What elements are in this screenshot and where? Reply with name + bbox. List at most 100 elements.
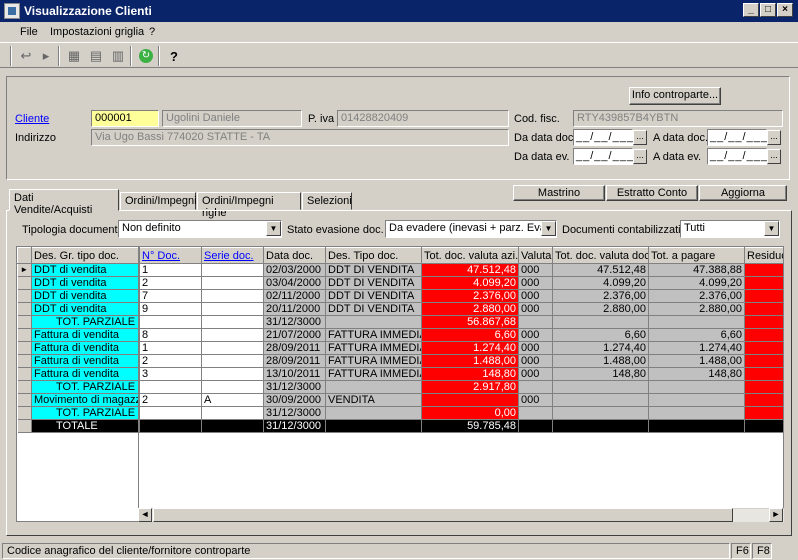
cell: TOTALE <box>31 419 140 433</box>
refresh-icon[interactable]: ↻ <box>136 46 156 66</box>
table-row[interactable]: ► DDT di vendita 1 02/03/2000 DDT DI VENDITA… <box>17 263 783 277</box>
cell <box>201 380 264 394</box>
estratto-conto-button[interactable]: Estratto Conto <box>606 185 698 201</box>
subtotal-row[interactable]: TOT. PARZIALE 31/12/3000 56.867,68 <box>17 315 783 329</box>
scroll-right-icon[interactable]: ► <box>769 508 783 522</box>
codfisc-field: RTY439857B4YBTN <box>573 110 783 127</box>
cliente-link[interactable]: Cliente <box>15 113 49 125</box>
da-data-ev-input[interactable]: __/__/____ <box>573 148 640 165</box>
minimize-button[interactable]: _ <box>743 3 759 17</box>
cell: 000 <box>518 367 553 381</box>
cell: 6,60 <box>552 328 649 342</box>
chevron-down-icon[interactable]: ▼ <box>266 221 281 236</box>
cliente-code-field[interactable]: 000001 <box>91 110 159 127</box>
cell: 000 <box>518 328 553 342</box>
undo-icon[interactable]: ↩ <box>16 46 36 66</box>
maximize-button[interactable]: □ <box>760 3 776 17</box>
subtotal-row[interactable]: TOT. PARZIALE 31/12/3000 0,00 <box>17 406 783 420</box>
cell <box>201 315 264 329</box>
tab-dati-vendite[interactable]: Dati Vendite/Acquisti <box>9 189 119 216</box>
cell: 47.512,48 <box>552 263 649 277</box>
aggiorna-button[interactable]: Aggiorna <box>699 185 787 201</box>
da-data-doc-label: Da data doc. <box>514 132 577 144</box>
toolbar-separator <box>158 46 160 66</box>
cell: FATTURA IMMEDIA <box>325 341 422 355</box>
grid-delete-icon[interactable]: ▥ <box>108 46 128 66</box>
cell: Fattura di vendita <box>31 354 140 368</box>
grid-icon[interactable]: ▤ <box>86 46 106 66</box>
grid-filter-icon[interactable]: ▦ <box>64 46 84 66</box>
info-controparte-button[interactable]: Info controparte... <box>629 87 721 105</box>
stato-select[interactable]: Da evadere (inevasi + parz. Evasi ▼ <box>385 220 557 238</box>
cell: 31/12/3000 <box>263 380 326 394</box>
scroll-left-icon[interactable]: ◄ <box>138 508 152 522</box>
column-header[interactable]: Serie doc. <box>201 247 264 264</box>
cell <box>744 380 783 394</box>
table-row[interactable]: Fattura di vendita 1 28/09/2011 FATTURA IMM… <box>17 341 783 355</box>
row-indicator <box>17 276 32 290</box>
cell: DDT DI VENDITA <box>325 263 422 277</box>
da-data-ev-picker[interactable]: ... <box>633 149 647 164</box>
row-indicator <box>17 315 32 329</box>
cell <box>744 419 783 433</box>
tab-ordini-impegni[interactable]: Ordini/Impegni <box>120 192 197 210</box>
help-icon[interactable]: ? <box>164 46 184 66</box>
table-row[interactable]: Fattura di vendita 2 28/09/2011 FATTURA IMM… <box>17 354 783 368</box>
subtotal-row[interactable]: TOT. PARZIALE 31/12/3000 2.917,80 <box>17 380 783 394</box>
cell <box>421 393 519 407</box>
cell: 1.488,00 <box>648 354 745 368</box>
cell: 000 <box>518 263 553 277</box>
documents-grid[interactable]: Des. Gr. tipo doc. N° Doc. Serie doc. Data … <box>16 246 784 522</box>
scroll-thumb[interactable] <box>153 508 733 522</box>
row-indicator <box>17 328 32 342</box>
column-header[interactable]: N° Doc. <box>139 247 202 264</box>
cell: 6,60 <box>648 328 745 342</box>
cell: 000 <box>518 354 553 368</box>
tipologia-select[interactable]: Non definito ▼ <box>118 220 282 238</box>
menu-file[interactable]: File <box>20 26 38 38</box>
close-button[interactable]: × <box>777 3 793 17</box>
a-data-doc-input[interactable]: __/__/____ <box>707 129 774 146</box>
horizontal-scrollbar[interactable]: ◄ ► <box>16 508 784 522</box>
da-data-doc-picker[interactable]: ... <box>633 130 647 145</box>
table-row[interactable]: DDT di vendita 2 03/04/2000 DDT DI VENDITA 4… <box>17 276 783 290</box>
cell: DDT DI VENDITA <box>325 289 422 303</box>
arrow-right-icon[interactable]: ▸ <box>36 46 56 66</box>
a-data-ev-input[interactable]: __/__/____ <box>707 148 774 165</box>
cell <box>648 393 745 407</box>
row-indicator <box>17 302 32 316</box>
table-row[interactable]: DDT di vendita 9 20/11/2000 DDT DI VENDITA 2… <box>17 302 783 316</box>
status-text: Codice anagrafico del cliente/fornitore … <box>2 543 730 559</box>
table-row[interactable]: Movimento di magazzi 2 A 30/09/2000 VENDITA 0… <box>17 393 783 407</box>
column-header: Tot. doc. valuta doc <box>552 247 649 264</box>
table-row[interactable]: Fattura di vendita 3 13/10/2011 FATTURA IMM… <box>17 367 783 381</box>
menu-help[interactable]: ? <box>149 26 155 38</box>
cell: VENDITA <box>325 393 422 407</box>
cell: 1 <box>139 263 202 277</box>
chevron-down-icon[interactable]: ▼ <box>764 221 779 236</box>
cell: 1.488,00 <box>552 354 649 368</box>
cell: A <box>201 393 264 407</box>
tab-selezioni[interactable]: Selezioni <box>302 192 352 210</box>
cell: TOT. PARZIALE <box>31 315 140 329</box>
table-row[interactable]: Fattura di vendita 8 21/07/2000 FATTURA IMM… <box>17 328 783 342</box>
cell: 1 <box>139 341 202 355</box>
chevron-down-icon[interactable]: ▼ <box>541 221 556 236</box>
row-indicator-header <box>17 247 32 264</box>
total-row[interactable]: TOTALE 31/12/3000 59.785,48 <box>17 419 783 433</box>
tab-ordini-impegni-righe[interactable]: Ordini/Impegni righe <box>197 192 301 219</box>
column-header: Tot. a pagare <box>648 247 745 264</box>
menu-impostazioni-griglia[interactable]: Impostazioni griglia <box>50 26 144 38</box>
a-data-ev-picker[interactable]: ... <box>767 149 781 164</box>
cell: 148,80 <box>648 367 745 381</box>
cell <box>201 263 264 277</box>
da-data-doc-input[interactable]: __/__/____ <box>573 129 640 146</box>
contab-select[interactable]: Tutti ▼ <box>680 220 780 238</box>
cliente-name-field: Ugolini Daniele <box>162 110 302 127</box>
table-row[interactable]: DDT di vendita 7 02/11/2000 DDT DI VENDITA 2… <box>17 289 783 303</box>
cell: 4.099,20 <box>421 276 519 290</box>
mastrino-button[interactable]: Mastrino <box>513 185 605 201</box>
app-icon <box>4 3 20 19</box>
a-data-doc-picker[interactable]: ... <box>767 130 781 145</box>
toolbar: ↩ ▸ ▦ ▤ ▥ ↻ ? <box>0 42 798 68</box>
